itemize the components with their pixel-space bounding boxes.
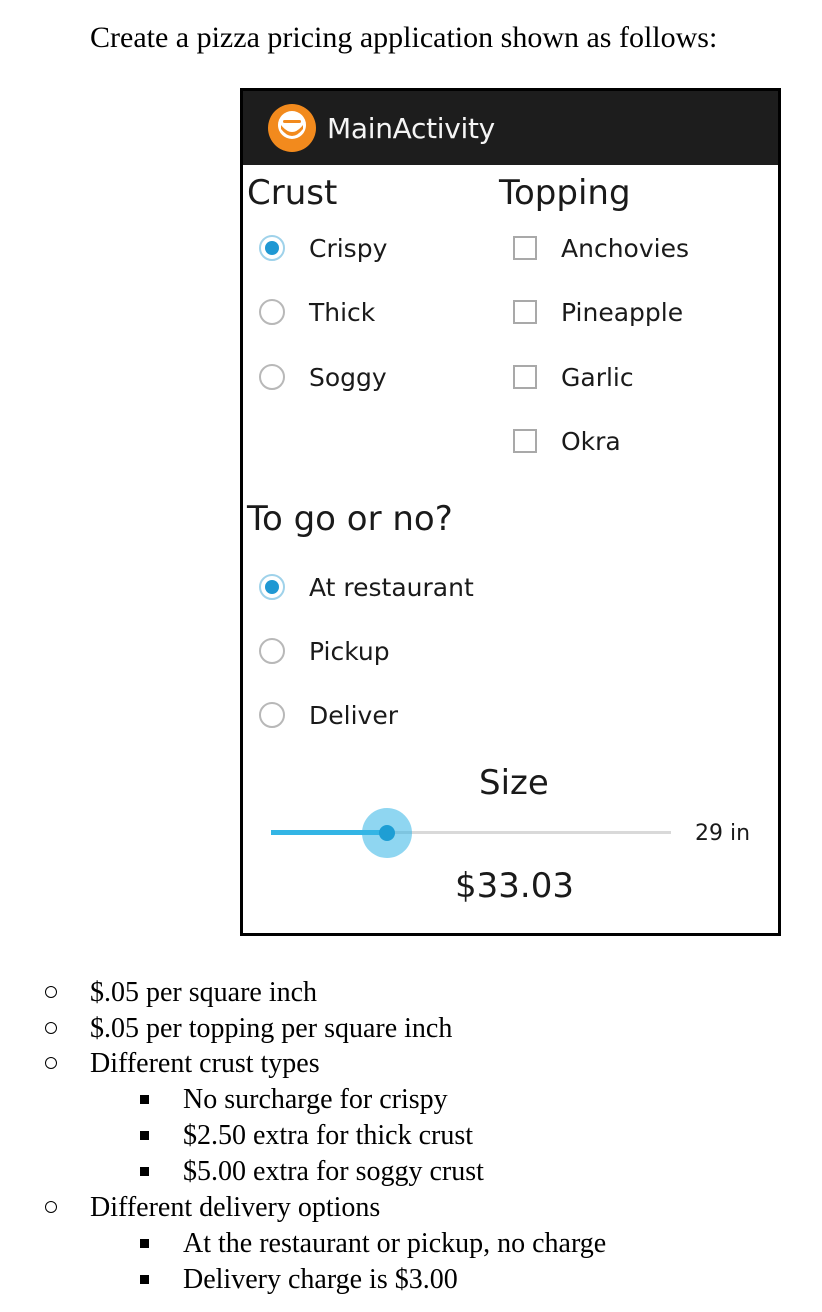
topping-heading: Topping [499,173,631,213]
anchovies-label: Anchovies [561,233,689,263]
circle-bullet-icon [45,1022,57,1034]
at-restaurant-label: At restaurant [309,572,474,602]
crispy-label: Crispy [309,233,388,263]
square-bullet-icon [140,1095,149,1104]
circle-bullet-icon [45,1057,57,1069]
square-bullet-icon [140,1167,149,1176]
anchovies-checkbox[interactable] [513,236,537,260]
topping-option-okra[interactable]: Okra [513,416,621,466]
pickup-label: Pickup [309,636,390,666]
list-item-text: $.05 per topping per square inch [90,1013,453,1044]
circle-bullet-icon [45,1201,57,1213]
phone-screenshot: MainActivity Crust Topping Crispy Thick … [240,88,781,936]
crust-option-thick[interactable]: Thick [259,287,375,337]
list-item-text: Different delivery options [90,1192,381,1223]
price-total: $33.03 [455,866,574,906]
togo-option-deliver[interactable]: Deliver [259,690,398,740]
square-bullet-icon [140,1239,149,1248]
at-restaurant-radio[interactable] [259,574,285,600]
size-value: 29 in [695,821,751,846]
document-title: Create a pizza pricing application shown… [90,21,718,54]
list-item-text: At the restaurant or pickup, no charge [183,1228,607,1259]
pineapple-label: Pineapple [561,297,684,327]
action-bar: MainActivity [243,91,778,165]
okra-checkbox[interactable] [513,429,537,453]
deliver-radio[interactable] [259,702,285,728]
list-item-text: Delivery charge is $3.00 [183,1264,458,1295]
slider-thumb-dot [379,825,395,841]
crispy-radio[interactable] [259,235,285,261]
circle-bullet-icon [45,986,57,998]
pineapple-checkbox[interactable] [513,300,537,324]
thick-radio[interactable] [259,299,285,325]
list-item-text: $.05 per square inch [90,977,318,1008]
list-item-text: $5.00 extra for soggy crust [183,1156,484,1187]
deliver-label: Deliver [309,700,398,730]
togo-option-pickup[interactable]: Pickup [259,626,390,676]
crust-option-soggy[interactable]: Soggy [259,352,387,402]
square-bullet-icon [140,1131,149,1140]
topping-option-garlic[interactable]: Garlic [513,352,634,402]
togo-option-at-restaurant[interactable]: At restaurant [259,562,474,612]
soggy-label: Soggy [309,362,387,392]
square-bullet-icon [140,1275,149,1284]
soggy-radio[interactable] [259,364,285,390]
app-launcher-icon [268,104,316,152]
crust-option-crispy[interactable]: Crispy [259,223,387,273]
okra-label: Okra [561,426,621,456]
thick-label: Thick [309,297,376,327]
size-heading: Size [479,763,549,803]
togo-heading: To go or no? [247,499,453,539]
size-slider[interactable] [271,803,671,863]
pickup-radio[interactable] [259,638,285,664]
crust-heading: Crust [247,173,338,213]
topping-option-pineapple[interactable]: Pineapple [513,287,683,337]
topping-option-anchovies[interactable]: Anchovies [513,223,689,273]
list-item-text: $2.50 extra for thick crust [183,1120,474,1151]
list-item-text: Different crust types [90,1048,320,1079]
app-title: MainActivity [327,112,495,145]
garlic-checkbox[interactable] [513,365,537,389]
garlic-label: Garlic [561,362,634,392]
list-item-text: No surcharge for crispy [183,1084,448,1115]
